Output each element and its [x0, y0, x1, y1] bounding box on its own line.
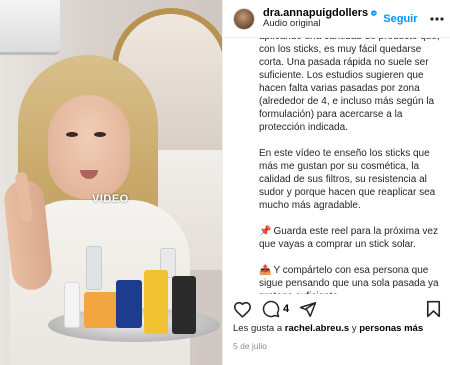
caption-paragraph: 📌 Guarda este reel para la próxima vez qu…	[259, 225, 441, 251]
verified-badge-icon	[371, 10, 377, 17]
avatar[interactable]	[233, 7, 255, 30]
sunscreen-stick-4	[116, 280, 142, 328]
likes-joiner: y	[349, 323, 360, 334]
heart-icon[interactable]	[233, 301, 252, 318]
air-conditioner	[0, 0, 60, 55]
sunscreen-stick-6	[144, 270, 168, 334]
share-icon[interactable]	[299, 301, 317, 318]
person-eye-left	[66, 132, 78, 137]
likes-prefix: Les gusta a	[233, 323, 285, 334]
caption-text: Guarda este reel para la próxima vez que…	[259, 226, 438, 250]
instagram-post-view: VIDEO dra.annapuigdollers Audio original	[0, 0, 450, 365]
likes-others-link[interactable]: personas más	[359, 323, 423, 334]
post-date[interactable]: 5 de julio	[233, 341, 267, 351]
comment-count: 4	[283, 303, 290, 315]
likes-summary: Les gusta a rachel.abreu.s y personas má…	[233, 323, 445, 334]
comment-icon[interactable]	[262, 300, 280, 318]
outbox-icon: 📤	[259, 265, 272, 276]
sunscreen-stick-1	[64, 282, 80, 328]
person-face	[48, 95, 130, 199]
more-options-icon[interactable]	[430, 11, 445, 27]
author-info: dra.annapuigdollers Audio original	[263, 7, 377, 31]
pushpin-icon: 📌	[259, 226, 272, 237]
caption-paragraph: aplicando una cantidad de producto que, …	[259, 38, 440, 133]
post-details-panel: dra.annapuigdollers Audio original Segui…	[222, 0, 450, 365]
post-video[interactable]: VIDEO	[0, 0, 222, 365]
liker-username-link[interactable]: rachel.abreu.s	[285, 323, 349, 334]
caption-text: Y compártelo con esa persona que sigue p…	[259, 265, 439, 294]
caption-paragraph: 📤 Y compártelo con esa persona que sigue …	[259, 264, 441, 294]
person-eye-right	[94, 132, 106, 137]
follow-button[interactable]: Seguir	[383, 13, 417, 25]
sunscreen-stick-2	[86, 246, 102, 290]
action-bar: 4	[223, 296, 450, 322]
audio-label[interactable]: Audio original	[263, 18, 377, 30]
video-watermark: VIDEO	[92, 193, 129, 205]
bookmark-icon[interactable]	[426, 300, 441, 318]
post-header: dra.annapuigdollers Audio original Segui…	[223, 0, 450, 38]
sunscreen-stick-7	[172, 276, 196, 334]
sunscreen-stick-3	[84, 292, 118, 328]
caption-paragraph: En este vídeo te enseño los sticks que m…	[259, 148, 436, 211]
post-caption: aplicando una cantidad de producto que, …	[223, 38, 450, 294]
